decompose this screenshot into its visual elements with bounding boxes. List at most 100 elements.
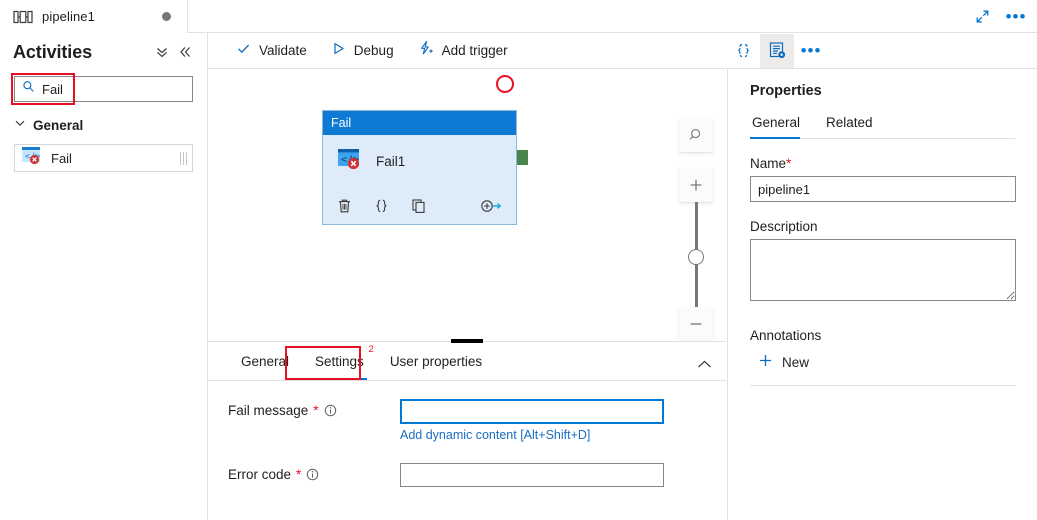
add-trigger-label: Add trigger <box>441 43 508 58</box>
search-input[interactable] <box>42 81 172 97</box>
double-chevron-down-icon[interactable] <box>154 44 170 60</box>
code-braces-icon[interactable] <box>726 34 760 68</box>
properties-tab-general[interactable]: General <box>750 115 810 139</box>
error-code-field-col <box>400 463 726 487</box>
pipeline-tab-label: pipeline1 <box>42 9 95 24</box>
info-circle-icon[interactable] <box>306 468 319 481</box>
tab-general-label: General <box>241 353 290 369</box>
activities-title: Activities <box>13 41 93 62</box>
error-circle-icon <box>496 75 514 93</box>
tab-user-properties[interactable]: User properties <box>377 342 495 380</box>
pipeline-icon <box>13 10 33 24</box>
magnifier-fit-icon[interactable] <box>679 118 713 152</box>
name-label: Name <box>750 156 787 171</box>
lightning-plus-icon <box>418 40 434 61</box>
properties-tabs: General Related <box>750 115 1015 139</box>
zoom-in-button[interactable] <box>679 168 713 202</box>
canvas-zoom-controls <box>679 118 713 341</box>
add-trigger-button[interactable]: Add trigger <box>408 36 518 66</box>
chevron-up-icon[interactable] <box>697 359 712 370</box>
tab-general[interactable]: General <box>228 342 302 380</box>
tab-user-properties-label: User properties <box>389 353 483 369</box>
settings-form: Fail message * Add dynamic content [Alt+… <box>208 381 726 487</box>
tab-settings-badge: 2 <box>368 344 374 355</box>
debug-button[interactable]: Debug <box>321 36 404 66</box>
fail-message-field-col: Add dynamic content [Alt+Shift+D] <box>400 399 726 442</box>
double-chevron-left-icon[interactable] <box>177 44 193 60</box>
validate-label: Validate <box>259 43 307 58</box>
tab-settings-label: Settings <box>315 353 364 369</box>
debug-label: Debug <box>353 43 394 58</box>
pipeline-name-input[interactable] <box>750 176 1016 202</box>
plus-icon <box>758 353 773 371</box>
drag-grip-icon[interactable] <box>180 151 187 165</box>
activity-properties-panel: General Settings 2 User properties Fail … <box>208 339 726 520</box>
top-bar-actions: ••• <box>967 0 1031 33</box>
activity-search-box[interactable] <box>14 76 193 102</box>
ellipsis-icon[interactable]: ••• <box>794 34 828 68</box>
zoom-slider-track[interactable] <box>688 202 704 307</box>
activity-item-fail[interactable]: </> Fail <box>14 144 193 172</box>
info-circle-icon[interactable] <box>324 404 337 417</box>
activities-sidebar: Activities Fail General Fail <box>0 33 208 520</box>
properties-list-gear-icon[interactable] <box>760 33 794 68</box>
canvas-toolbar-right: ••• <box>726 33 1037 69</box>
properties-tab-related[interactable]: Related <box>824 115 883 138</box>
name-label-group: Name* <box>750 156 1015 171</box>
sidebar-group-label: General <box>33 117 84 133</box>
ellipsis-icon[interactable]: ••• <box>1001 3 1031 31</box>
success-connector[interactable] <box>517 150 528 165</box>
properties-title: Properties <box>750 83 822 99</box>
node-header: Fail <box>323 111 516 135</box>
required-marker: * <box>296 467 302 482</box>
fail-activity-icon: </> <box>337 147 363 176</box>
fail-message-label: Fail message <box>228 403 309 418</box>
error-code-label-group: Error code * <box>228 463 400 482</box>
zoom-out-button[interactable] <box>679 307 713 341</box>
canvas-toolbar: Validate Debug Add trigger <box>208 33 726 69</box>
sidebar-group-general[interactable]: General <box>14 115 193 135</box>
activity-tabs: General Settings 2 User properties <box>208 342 726 381</box>
chevron-down-icon <box>14 116 26 134</box>
search-icon <box>22 80 35 98</box>
add-dynamic-content-link[interactable]: Add dynamic content [Alt+Shift+D] <box>400 428 726 442</box>
form-row-error-code: Error code * <box>228 463 726 487</box>
fail-message-label-group: Fail message * <box>228 399 400 418</box>
activities-header: Activities <box>0 33 207 71</box>
pipeline-description-textarea[interactable] <box>750 239 1016 301</box>
description-label: Description <box>750 219 818 234</box>
activity-search-wrapper <box>11 73 193 105</box>
node-activity-name: Fail1 <box>376 153 406 169</box>
fail-activity-icon: </> <box>21 146 43 170</box>
activities-header-icons <box>154 44 193 60</box>
properties-tab-general-label: General <box>752 115 801 130</box>
unsaved-dot <box>162 12 171 21</box>
code-braces-icon[interactable] <box>374 198 389 214</box>
trash-icon[interactable] <box>337 198 352 214</box>
annotations-divider <box>750 385 1016 386</box>
properties-panel: Properties General Related Name* Descrip… <box>727 69 1037 520</box>
add-output-arrow-icon[interactable] <box>480 198 502 214</box>
tab-settings[interactable]: Settings 2 <box>302 342 377 380</box>
add-annotation-button[interactable]: New <box>758 353 828 371</box>
zoom-slider-thumb[interactable] <box>688 249 704 265</box>
form-row-fail-message: Fail message * Add dynamic content [Alt+… <box>228 399 726 442</box>
pipeline-tab[interactable]: pipeline1 <box>0 0 188 33</box>
azure-data-factory-pipeline-editor: pipeline1 ••• Activities Fail General Fa… <box>0 0 1037 520</box>
annotations-label: Annotations <box>750 328 822 343</box>
activity-item-label: Fail <box>51 150 72 166</box>
properties-tab-related-label: Related <box>826 115 873 130</box>
fail-message-input[interactable] <box>400 399 664 424</box>
play-triangle-icon <box>331 41 346 61</box>
expand-diagonal-icon[interactable] <box>967 3 997 31</box>
error-code-input[interactable] <box>400 463 664 487</box>
copy-icon[interactable] <box>411 198 426 214</box>
top-tab-bar: pipeline1 ••• <box>0 0 1037 33</box>
pipeline-canvas[interactable]: Fail </> Fail1 <box>208 69 726 341</box>
node-header-label: Fail <box>331 116 352 130</box>
checkmark-icon <box>236 41 251 61</box>
required-marker: * <box>786 156 792 171</box>
required-marker: * <box>313 403 319 418</box>
pipeline-activity-node[interactable]: Fail </> Fail1 <box>322 110 517 225</box>
validate-button[interactable]: Validate <box>226 36 317 66</box>
